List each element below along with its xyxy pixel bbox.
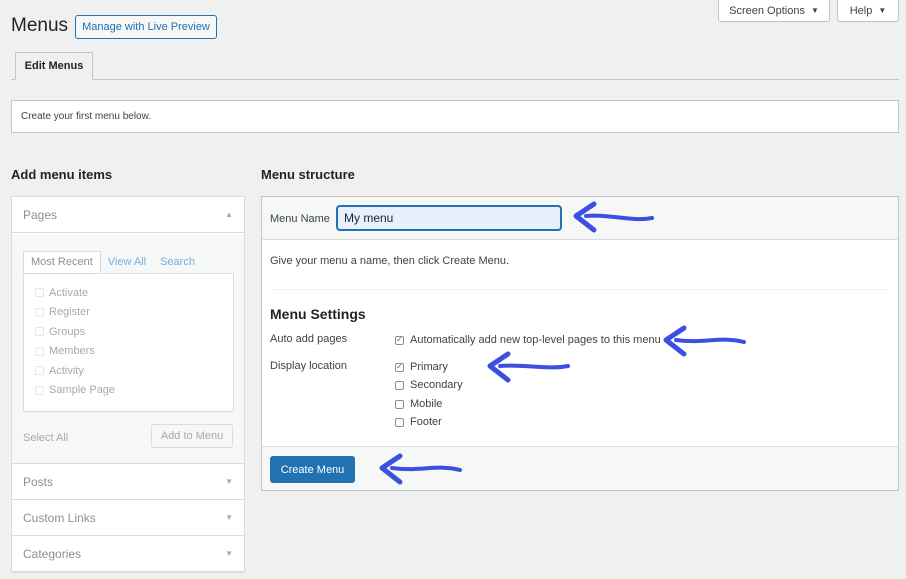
checkbox-checked-icon[interactable]: ✓ [395, 362, 404, 372]
checkbox[interactable] [35, 385, 44, 395]
location-primary[interactable]: ✓ Primary [395, 361, 448, 373]
checkbox[interactable] [35, 346, 44, 356]
location-label: Secondary [410, 379, 463, 391]
auto-add-option-label: Automatically add new top-level pages to… [410, 334, 661, 346]
annotation-arrow-icon [573, 201, 654, 233]
accordion-custom-links-title: Custom Links [23, 510, 96, 525]
pages-accordion-body: Most Recent View All Search Activate Reg… [12, 234, 244, 464]
menu-structure-panel: Menu Name Give your menu a name, then cl… [261, 196, 899, 491]
auto-add-pages-label: Auto add pages [270, 333, 348, 345]
pages-list: Activate Register Groups Members Activit… [23, 273, 234, 412]
page-item-label: Members [49, 345, 95, 358]
divider [270, 289, 890, 290]
location-mobile[interactable]: Mobile [395, 398, 442, 410]
menu-footer-bar: Create Menu [262, 446, 898, 490]
location-secondary[interactable]: Secondary [395, 379, 463, 391]
annotation-arrow-icon [487, 351, 570, 383]
checkbox[interactable] [35, 327, 44, 337]
caret-down-icon: ▼ [225, 549, 233, 558]
notice-text: Create your first menu below. [21, 111, 152, 122]
page-item-label: Groups [49, 325, 86, 338]
annotation-arrow-icon [379, 453, 462, 485]
location-label: Mobile [410, 398, 443, 410]
display-location-label: Display location [270, 360, 348, 372]
caret-down-icon: ▼ [225, 513, 233, 522]
create-menu-button[interactable]: Create Menu [270, 456, 355, 483]
accordion-categories-title: Categories [23, 546, 82, 561]
list-item[interactable]: Sample Page [24, 381, 233, 401]
tab-divider [11, 79, 899, 80]
menu-settings-heading: Menu Settings [270, 306, 366, 322]
pages-subtabs: Most Recent View All Search [23, 251, 202, 273]
annotation-arrow-icon [663, 325, 746, 357]
location-footer[interactable]: Footer [395, 416, 442, 428]
page-item-label: Register [49, 306, 90, 319]
list-item[interactable]: Register [24, 303, 233, 323]
list-item[interactable]: Activate [24, 283, 233, 303]
accordion-categories[interactable]: Categories ▼ [12, 536, 244, 572]
help-button[interactable]: Help ▼ [837, 0, 899, 22]
select-all-link[interactable]: Select All [23, 432, 68, 444]
subtab-most-recent[interactable]: Most Recent [23, 251, 101, 273]
accordion-custom-links[interactable]: Custom Links ▼ [12, 500, 244, 536]
menu-name-label: Menu Name [270, 213, 330, 225]
checkbox[interactable] [35, 307, 44, 317]
caret-up-icon: ▲ [225, 210, 233, 219]
list-item[interactable]: Activity [24, 361, 233, 381]
accordion-posts[interactable]: Posts ▼ [12, 464, 244, 500]
accordion-pages-title: Pages [23, 207, 58, 222]
caret-down-icon: ▼ [225, 477, 233, 486]
checkbox-checked-icon[interactable]: ✓ [395, 335, 404, 345]
menu-name-input[interactable] [336, 205, 562, 231]
subtab-search[interactable]: Search [153, 251, 202, 273]
screen-options-button[interactable]: Screen Options ▼ [718, 0, 830, 22]
page-title: Menus [11, 15, 69, 36]
location-label: Footer [410, 416, 442, 428]
auto-add-option[interactable]: ✓ Automatically add new top-level pages … [395, 334, 661, 346]
checkbox[interactable] [395, 380, 404, 390]
add-menu-items-heading: Add menu items [11, 167, 113, 182]
checkbox[interactable] [35, 366, 44, 376]
screen-options-label: Screen Options [729, 4, 805, 17]
subtab-view-all[interactable]: View All [101, 251, 153, 273]
notice-box: Create your first menu below. [11, 100, 899, 133]
menu-hint-text: Give your menu a name, then click Create… [270, 255, 510, 267]
list-item[interactable]: Members [24, 342, 233, 362]
page-item-label: Activate [49, 286, 89, 299]
page-item-label: Activity [49, 364, 84, 377]
checkbox[interactable] [395, 399, 404, 409]
add-to-menu-button[interactable]: Add to Menu [151, 424, 233, 448]
tab-edit-menus[interactable]: Edit Menus [15, 52, 93, 80]
checkbox[interactable] [395, 417, 404, 427]
add-menu-items-panel: Pages ▲ Most Recent View All Search Acti… [11, 196, 245, 573]
manage-live-preview-button[interactable]: Manage with Live Preview [75, 15, 217, 39]
location-label: Primary [410, 361, 448, 373]
help-label: Help [849, 4, 873, 17]
accordion-pages[interactable]: Pages ▲ [12, 197, 244, 233]
checkbox[interactable] [35, 288, 44, 298]
menu-structure-heading: Menu structure [261, 167, 355, 182]
accordion-posts-title: Posts [23, 474, 54, 489]
caret-down-icon: ▼ [810, 6, 819, 15]
list-item[interactable]: Groups [24, 322, 233, 342]
page-item-label: Sample Page [49, 384, 116, 397]
caret-down-icon: ▼ [878, 6, 887, 15]
